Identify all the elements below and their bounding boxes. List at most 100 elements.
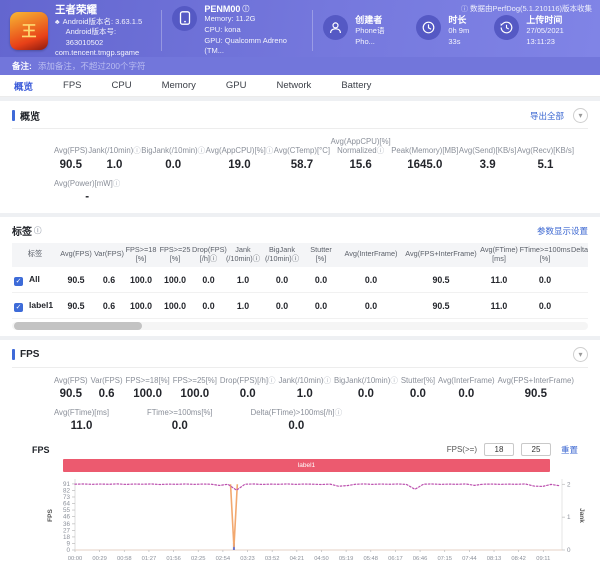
row-label: All [29, 274, 40, 284]
stat-label: BigJank(/10min)ⓘ [334, 376, 398, 385]
android-icon: ♣ [55, 18, 60, 27]
metric-cell: 90.5 [58, 292, 94, 318]
metric-cell: 0.0 [519, 292, 571, 318]
stat-label: Avg(Recv)[KB/s] [517, 146, 574, 155]
stat-value: 90.5 [54, 388, 88, 400]
svg-text:36: 36 [63, 521, 71, 528]
fps-title: FPS [20, 349, 39, 360]
param-display-settings-link[interactable]: 参数显示设置 [537, 225, 588, 237]
row-label: label1 [29, 300, 53, 310]
overview-title: 概览 [20, 108, 40, 123]
tab-Battery[interactable]: Battery [341, 80, 371, 91]
scrollbar-thumb[interactable] [14, 322, 142, 330]
svg-text:02:54: 02:54 [216, 556, 231, 562]
stat-item: Avg(FTime)[ms]11.0 [54, 408, 109, 432]
stat-value: 1.0 [88, 159, 141, 171]
stat-item: Avg(InterFrame)0.0 [438, 376, 495, 400]
stat-value: 90.5 [54, 159, 88, 171]
metric-cell: 0.0 [192, 292, 225, 318]
stat-label: Avg(FPS) [54, 376, 88, 385]
info-icon[interactable]: ⓘ [133, 146, 141, 155]
tab-GPU[interactable]: GPU [226, 80, 247, 91]
remarks-bar[interactable]: 备注: 添加备注，不超过200个字符 [0, 57, 600, 75]
remarks-placeholder: 添加备注，不超过200个字符 [38, 60, 146, 72]
export-all-link[interactable]: 导出全部 [530, 110, 564, 122]
tab-CPU[interactable]: CPU [112, 80, 132, 91]
svg-text:46: 46 [63, 514, 71, 521]
svg-text:03:23: 03:23 [240, 556, 255, 562]
android-version-name: Android版本名: 3.63.1.5 [63, 17, 143, 27]
info-icon[interactable]: ⓘ [242, 4, 249, 14]
info-icon[interactable]: ⓘ [113, 179, 121, 188]
info-icon[interactable]: ⓘ [266, 146, 274, 155]
stat-value: 100.0 [173, 388, 217, 400]
metric-cell: 0.0 [192, 267, 225, 293]
stat-value: 1.0 [278, 388, 331, 400]
stat-item: Avg(AppCPU)[%] Normalizedⓘ15.6 [331, 137, 391, 171]
stat-item: Drop(FPS)[/h]ⓘ0.0 [220, 376, 276, 400]
info-icon[interactable]: ⓘ [198, 146, 206, 155]
svg-text:9: 9 [66, 541, 70, 548]
fps-threshold-input-2[interactable]: 25 [521, 443, 551, 456]
stat-label: Peak(Memory)[MB] [391, 146, 458, 155]
fps-threshold-input-1[interactable]: 18 [484, 443, 514, 456]
fps-threshold-label: FPS(>=) [447, 445, 477, 454]
stat-label: Avg(FPS) [54, 146, 88, 155]
stat-label: Avg(FTime)[ms] [54, 408, 109, 417]
stat-value: 100.0 [126, 388, 170, 400]
upload-time-value: 27/05/2021 13:11:23 [526, 26, 590, 48]
collapse-overview-button[interactable]: ▾ [573, 108, 588, 123]
game-app-icon: 王 [10, 12, 48, 50]
duration-value: 0h 9m 33s [448, 26, 480, 48]
stat-label: FPS>=18[%] [126, 376, 170, 385]
tab-概览[interactable]: 概览 [14, 79, 33, 93]
stat-value: 5.1 [517, 159, 574, 171]
stat-item: Stutter[%]0.0 [401, 376, 435, 400]
column-header: Avg(FPS) [58, 243, 94, 267]
metric-cell: 0.0 [303, 292, 339, 318]
stat-label: Avg(FPS+InterFrame) [498, 376, 574, 385]
tab-Network[interactable]: Network [276, 80, 311, 91]
collapse-fps-button[interactable]: ▾ [573, 347, 588, 362]
info-icon[interactable]: ⓘ [335, 408, 343, 417]
fps-chart[interactable]: 09182736465564738291FPS012Jank00:0000:29… [12, 472, 588, 565]
metric-cell: 0.0 [303, 267, 339, 293]
info-icon[interactable]: ⓘ [268, 376, 276, 385]
row-checkbox[interactable]: ✓ [14, 277, 23, 286]
label-band[interactable]: label1 [63, 459, 550, 472]
metric-cell: 0.0 [339, 267, 403, 293]
svg-text:Jank: Jank [578, 508, 585, 523]
info-icon[interactable]: ⓘ [324, 376, 332, 385]
info-icon[interactable]: ⓘ [377, 146, 385, 155]
metric-cell: 11.0 [479, 292, 519, 318]
svg-text:07:15: 07:15 [437, 556, 452, 562]
row-checkbox[interactable]: ✓ [14, 303, 23, 312]
tab-Memory[interactable]: Memory [162, 80, 196, 91]
stat-item: FPS>=18[%] 100.0 [126, 376, 170, 400]
upload-time-label: 上传时间 [526, 13, 590, 26]
svg-text:02:25: 02:25 [191, 556, 206, 562]
column-header: Avg(FTime) [ms] [479, 243, 519, 267]
table-horizontal-scrollbar[interactable] [12, 322, 588, 330]
stat-value: - [54, 191, 120, 203]
labels-table-body: ✓All90.50.6100.0100.00.01.00.00.00.090.5… [12, 267, 588, 319]
device-block: PENM00ⓘ Memory: 11.2G CPU: kona GPU: Qua… [172, 4, 302, 58]
svg-text:1: 1 [567, 514, 571, 521]
person-icon [323, 15, 348, 40]
stat-item: Avg(FPS) 90.5 [54, 376, 88, 400]
svg-text:00:00: 00:00 [68, 556, 83, 562]
stat-item: FPS>=25[%]100.0 [173, 376, 217, 400]
reset-button[interactable]: 重置 [561, 444, 578, 456]
stat-item: Avg(CTemp)[°C]58.7 [274, 146, 330, 170]
column-header: FTime>=100ms [%] [519, 243, 571, 267]
stat-item: Avg(Recv)[KB/s] 5.1 [517, 146, 574, 170]
tab-FPS[interactable]: FPS [63, 80, 81, 91]
info-icon[interactable]: ⓘ [34, 225, 42, 236]
svg-text:04:21: 04:21 [290, 556, 305, 562]
table-row: ✓label190.50.6100.0100.00.01.00.00.00.09… [12, 292, 588, 318]
info-icon[interactable]: ⓘ [390, 376, 398, 385]
stat-item: Jank(/10min)ⓘ1.0 [88, 146, 141, 170]
labels-table-wrap: 标签Avg(FPS)Var(FPS)FPS>=18 [%]FPS>=25 [%]… [12, 243, 588, 319]
stat-item: Delta(FTime)>100ms[/h]ⓘ0.0 [251, 408, 342, 432]
svg-text:07:44: 07:44 [462, 556, 477, 562]
